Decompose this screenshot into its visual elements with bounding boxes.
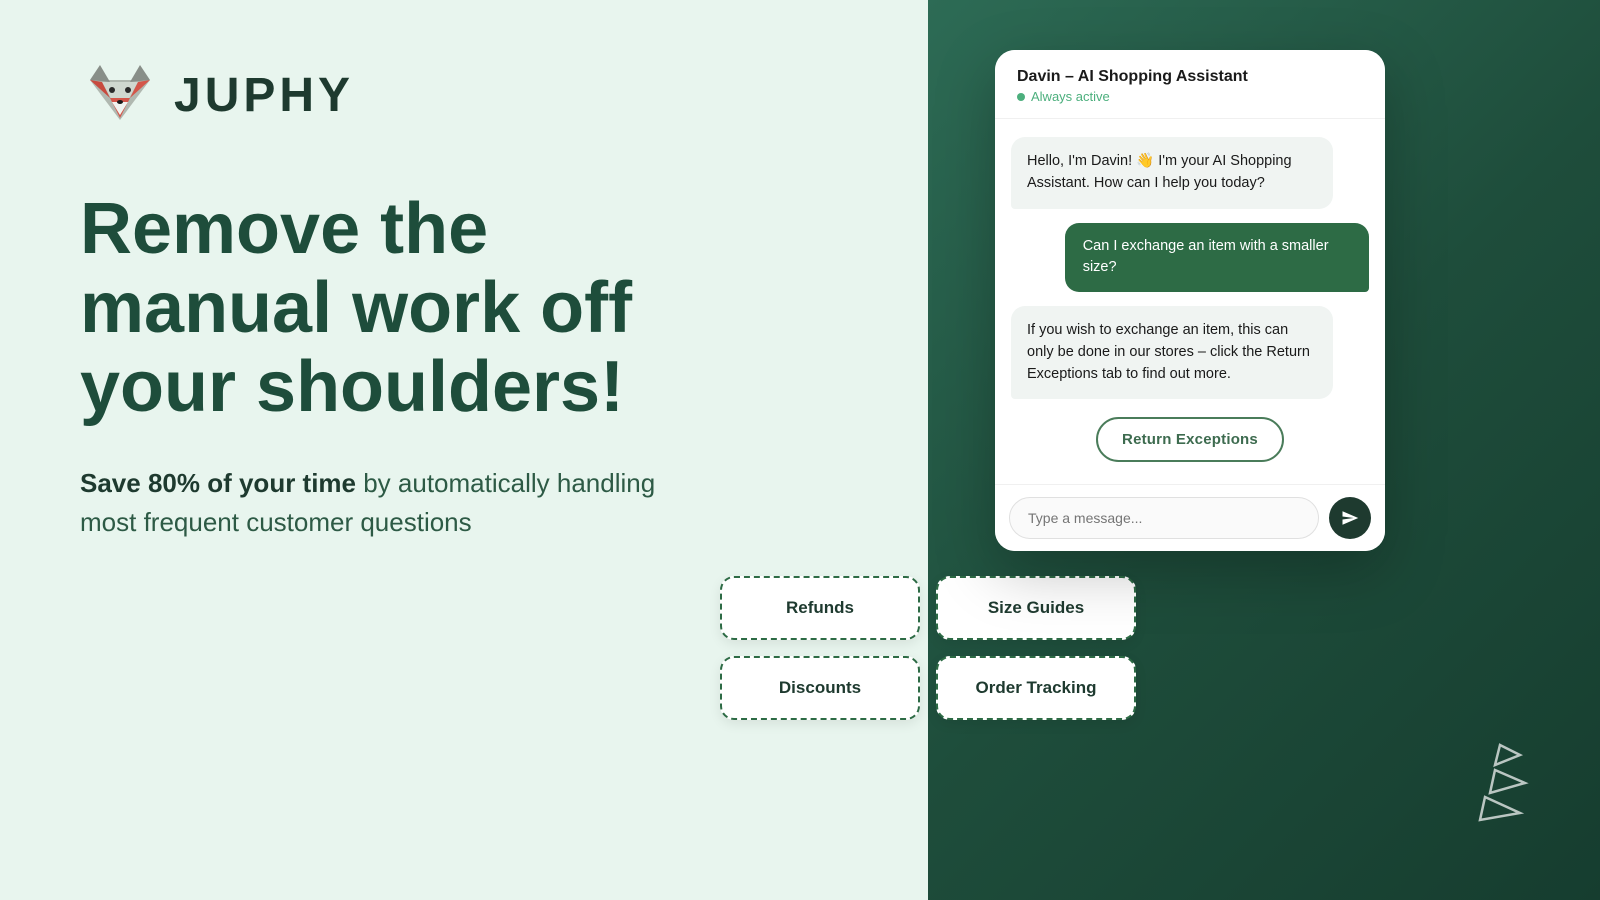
subtext-bold: Save 80% of your time bbox=[80, 468, 356, 498]
user-message-1: Can I exchange an item with a smaller si… bbox=[1065, 223, 1369, 293]
arrows-decoration-icon bbox=[1440, 735, 1540, 835]
chat-input-area bbox=[995, 484, 1385, 551]
bot-message-2: If you wish to exchange an item, this ca… bbox=[1011, 306, 1333, 399]
juphy-logo-icon bbox=[80, 60, 160, 130]
brand-name: JUPHY bbox=[174, 68, 354, 123]
quick-action-refunds[interactable]: Refunds bbox=[720, 576, 920, 640]
headline-line1: Remove the bbox=[80, 189, 488, 269]
quick-action-order-tracking[interactable]: Order Tracking bbox=[936, 656, 1136, 720]
left-panel: JUPHY Remove the manual work off your sh… bbox=[0, 0, 780, 900]
assistant-name: Davin – AI Shopping Assistant bbox=[1017, 68, 1363, 86]
subtext: Save 80% of your time by automatically h… bbox=[80, 464, 700, 542]
page-container: JUPHY Remove the manual work off your sh… bbox=[0, 0, 1600, 900]
status-text: Always active bbox=[1031, 89, 1110, 104]
headline-line2: manual work off bbox=[80, 268, 632, 348]
chat-widget: Davin – AI Shopping Assistant Always act… bbox=[995, 50, 1385, 551]
send-message-button[interactable] bbox=[1329, 497, 1371, 539]
quick-actions-grid: Refunds Size Guides Discounts Order Trac… bbox=[720, 576, 1136, 720]
chat-body: Hello, I'm Davin! 👋 I'm your AI Shopping… bbox=[995, 119, 1385, 484]
chat-message-input[interactable] bbox=[1009, 497, 1319, 539]
bot-message-1: Hello, I'm Davin! 👋 I'm your AI Shopping… bbox=[1011, 137, 1333, 209]
quick-action-discounts[interactable]: Discounts bbox=[720, 656, 920, 720]
return-exceptions-button[interactable]: Return Exceptions bbox=[1096, 417, 1284, 462]
chat-header: Davin – AI Shopping Assistant Always act… bbox=[995, 50, 1385, 119]
headline: Remove the manual work off your shoulder… bbox=[80, 190, 700, 428]
headline-line3: your shoulders! bbox=[80, 347, 624, 427]
quick-action-size-guides[interactable]: Size Guides bbox=[936, 576, 1136, 640]
logo-area: JUPHY bbox=[80, 60, 700, 130]
chat-status-row: Always active bbox=[1017, 89, 1363, 104]
decorative-arrows bbox=[1440, 735, 1540, 840]
send-icon bbox=[1341, 509, 1359, 527]
right-panel: Davin – AI Shopping Assistant Always act… bbox=[780, 0, 1600, 900]
status-dot-icon bbox=[1017, 93, 1025, 101]
